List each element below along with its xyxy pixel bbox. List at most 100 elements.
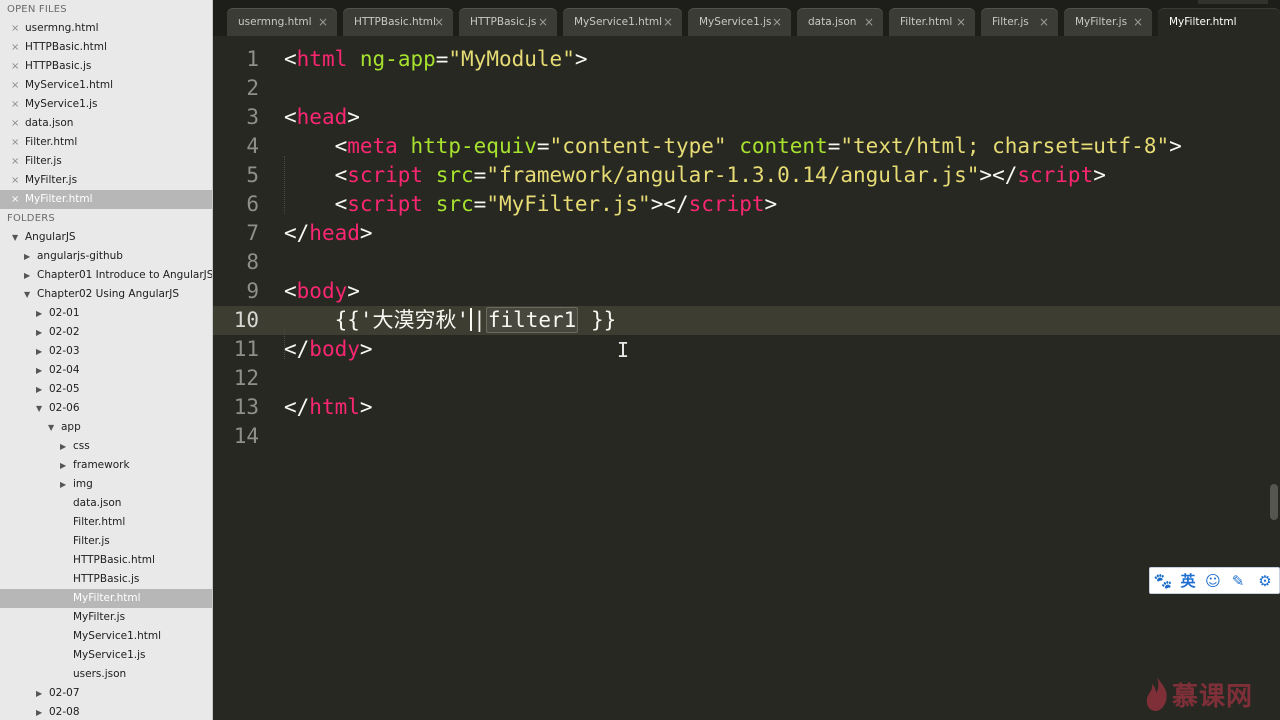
collapsed-arrow-icon[interactable]: ▶ bbox=[24, 247, 30, 266]
paw-icon[interactable]: 🐾 bbox=[1153, 571, 1173, 591]
open-file-item[interactable]: × usermng.html bbox=[0, 19, 212, 38]
code-line[interactable]: 9 <body> bbox=[213, 277, 1280, 306]
code-line[interactable]: 8 bbox=[213, 248, 1280, 277]
folder-row[interactable]: ▶ 02-03 bbox=[0, 342, 212, 361]
collapsed-arrow-icon[interactable]: ▶ bbox=[60, 475, 66, 494]
folder-row[interactable]: ▶ 02-04 bbox=[0, 361, 212, 380]
pen-icon[interactable]: ✎ bbox=[1228, 571, 1248, 591]
code-text[interactable]: </body> bbox=[284, 335, 373, 364]
open-file-item[interactable]: × HTTPBasic.html bbox=[0, 38, 212, 57]
tab-item[interactable]: HTTPBasic.js × bbox=[459, 8, 557, 36]
file-row[interactable]: Filter.html bbox=[0, 513, 212, 532]
file-row[interactable]: HTTPBasic.html bbox=[0, 551, 212, 570]
code-editor[interactable]: 1 <html ng-app="MyModule"> 2 3 <head> 4 <meta… bbox=[213, 40, 1280, 720]
collapsed-arrow-icon[interactable]: ▶ bbox=[24, 266, 30, 285]
current-code-line[interactable]: 10 {{'大漠穷秋' |filter1 }} bbox=[213, 306, 1280, 335]
folder-row[interactable]: ▶ img bbox=[0, 475, 212, 494]
close-file-icon[interactable]: × bbox=[11, 152, 19, 171]
code-line[interactable]: 2 bbox=[213, 74, 1280, 103]
folder-row[interactable]: ▶ 02-08 bbox=[0, 703, 212, 720]
expanded-arrow-icon[interactable]: ▼ bbox=[12, 228, 18, 247]
folder-row[interactable]: ▼ AngularJS bbox=[0, 228, 212, 247]
tab-close-icon[interactable]: × bbox=[318, 8, 328, 36]
close-file-icon[interactable]: × bbox=[11, 190, 19, 209]
code-text[interactable]: <head> bbox=[284, 103, 360, 132]
open-file-item[interactable]: × MyFilter.js bbox=[0, 171, 212, 190]
folder-row[interactable]: ▶ 02-07 bbox=[0, 684, 212, 703]
file-row[interactable]: MyFilter.html bbox=[0, 589, 212, 608]
folder-row[interactable]: ▶ 02-01 bbox=[0, 304, 212, 323]
close-file-icon[interactable]: × bbox=[11, 38, 19, 57]
folder-row[interactable]: ▼ 02-06 bbox=[0, 399, 212, 418]
tab-item[interactable]: MyFilter.js × bbox=[1064, 8, 1152, 36]
tab-item[interactable]: Filter.html × bbox=[889, 8, 975, 36]
close-file-icon[interactable]: × bbox=[11, 95, 19, 114]
code-line[interactable]: 4 <meta http-equiv="content-type" conten… bbox=[213, 132, 1280, 161]
folder-row[interactable]: ▼ app bbox=[0, 418, 212, 437]
tab-close-icon[interactable]: × bbox=[956, 8, 966, 36]
vertical-scrollbar-thumb[interactable] bbox=[1270, 484, 1278, 520]
tab-close-icon[interactable]: × bbox=[772, 8, 782, 36]
open-file-item[interactable]: × MyService1.html bbox=[0, 76, 212, 95]
close-file-icon[interactable]: × bbox=[11, 133, 19, 152]
tab-item[interactable]: MyService1.js × bbox=[688, 8, 791, 36]
open-file-item[interactable]: × Filter.html bbox=[0, 133, 212, 152]
tab-item[interactable]: MyService1.html × bbox=[563, 8, 682, 36]
file-row[interactable]: MyFilter.js bbox=[0, 608, 212, 627]
collapsed-arrow-icon[interactable]: ▶ bbox=[60, 437, 66, 456]
code-text[interactable]: <script src="MyFilter.js"></script> bbox=[284, 190, 778, 219]
tab-close-icon[interactable]: × bbox=[1133, 8, 1143, 36]
code-line[interactable]: 6 <script src="MyFilter.js"></script> bbox=[213, 190, 1280, 219]
code-line[interactable]: 14 bbox=[213, 422, 1280, 451]
close-file-icon[interactable]: × bbox=[11, 76, 19, 95]
file-row[interactable]: Filter.js bbox=[0, 532, 212, 551]
close-file-icon[interactable]: × bbox=[11, 171, 19, 190]
code-line[interactable]: 13 </html> bbox=[213, 393, 1280, 422]
open-file-item[interactable]: × data.json bbox=[0, 114, 212, 133]
open-file-item[interactable]: × Filter.js bbox=[0, 152, 212, 171]
file-row[interactable]: HTTPBasic.js bbox=[0, 570, 212, 589]
code-text[interactable]: <body> bbox=[284, 277, 360, 306]
code-line[interactable]: 7 </head> bbox=[213, 219, 1280, 248]
folder-row[interactable]: ▶ css bbox=[0, 437, 212, 456]
expanded-arrow-icon[interactable]: ▼ bbox=[24, 285, 30, 304]
tab-close-icon[interactable]: × bbox=[1039, 8, 1049, 36]
file-row[interactable]: MyService1.js bbox=[0, 646, 212, 665]
collapsed-arrow-icon[interactable]: ▶ bbox=[36, 342, 42, 361]
file-row[interactable]: users.json bbox=[0, 665, 212, 684]
tab-close-icon[interactable]: × bbox=[663, 8, 673, 36]
code-text[interactable]: <script src="framework/angular-1.3.0.14/… bbox=[284, 161, 1106, 190]
collapsed-arrow-icon[interactable]: ▶ bbox=[60, 456, 66, 475]
close-file-icon[interactable]: × bbox=[11, 57, 19, 76]
expanded-arrow-icon[interactable]: ▼ bbox=[48, 418, 54, 437]
open-file-item[interactable]: × HTTPBasic.js bbox=[0, 57, 212, 76]
code-line[interactable]: 1 <html ng-app="MyModule"> bbox=[213, 45, 1280, 74]
collapsed-arrow-icon[interactable]: ▶ bbox=[36, 323, 42, 342]
code-text[interactable]: {{'大漠穷秋' |filter1 }} bbox=[284, 306, 616, 335]
open-file-item[interactable]: × MyService1.js bbox=[0, 95, 212, 114]
collapsed-arrow-icon[interactable]: ▶ bbox=[36, 361, 42, 380]
close-file-icon[interactable]: × bbox=[11, 114, 19, 133]
tab-item[interactable]: HTTPBasic.html × bbox=[343, 8, 453, 36]
tab-close-icon[interactable]: × bbox=[538, 8, 548, 36]
folder-row[interactable]: ▼ Chapter02 Using AngularJS bbox=[0, 285, 212, 304]
folder-row[interactable]: ▶ Chapter01 Introduce to AngularJS bbox=[0, 266, 212, 285]
code-text[interactable]: </html> bbox=[284, 393, 373, 422]
file-row[interactable]: MyService1.html bbox=[0, 627, 212, 646]
tab-item[interactable]: data.json × bbox=[797, 8, 883, 36]
code-line[interactable]: 11 </body> bbox=[213, 335, 1280, 364]
ime-mode-english[interactable]: 英 bbox=[1178, 571, 1198, 591]
code-line[interactable]: 12 bbox=[213, 364, 1280, 393]
code-text[interactable]: <meta http-equiv="content-type" content=… bbox=[284, 132, 1182, 161]
expanded-arrow-icon[interactable]: ▼ bbox=[36, 399, 42, 418]
tab-item[interactable]: Filter.js × bbox=[981, 8, 1058, 36]
tab-item[interactable]: usermng.html × bbox=[227, 8, 337, 36]
folder-row[interactable]: ▶ 02-02 bbox=[0, 323, 212, 342]
folder-row[interactable]: ▶ framework bbox=[0, 456, 212, 475]
close-file-icon[interactable]: × bbox=[11, 19, 19, 38]
code-line[interactable]: 3 <head> bbox=[213, 103, 1280, 132]
open-file-item[interactable]: × MyFilter.html bbox=[0, 190, 212, 209]
code-text[interactable]: <html ng-app="MyModule"> bbox=[284, 45, 588, 74]
code-text[interactable]: </head> bbox=[284, 219, 373, 248]
folder-row[interactable]: ▶ 02-05 bbox=[0, 380, 212, 399]
